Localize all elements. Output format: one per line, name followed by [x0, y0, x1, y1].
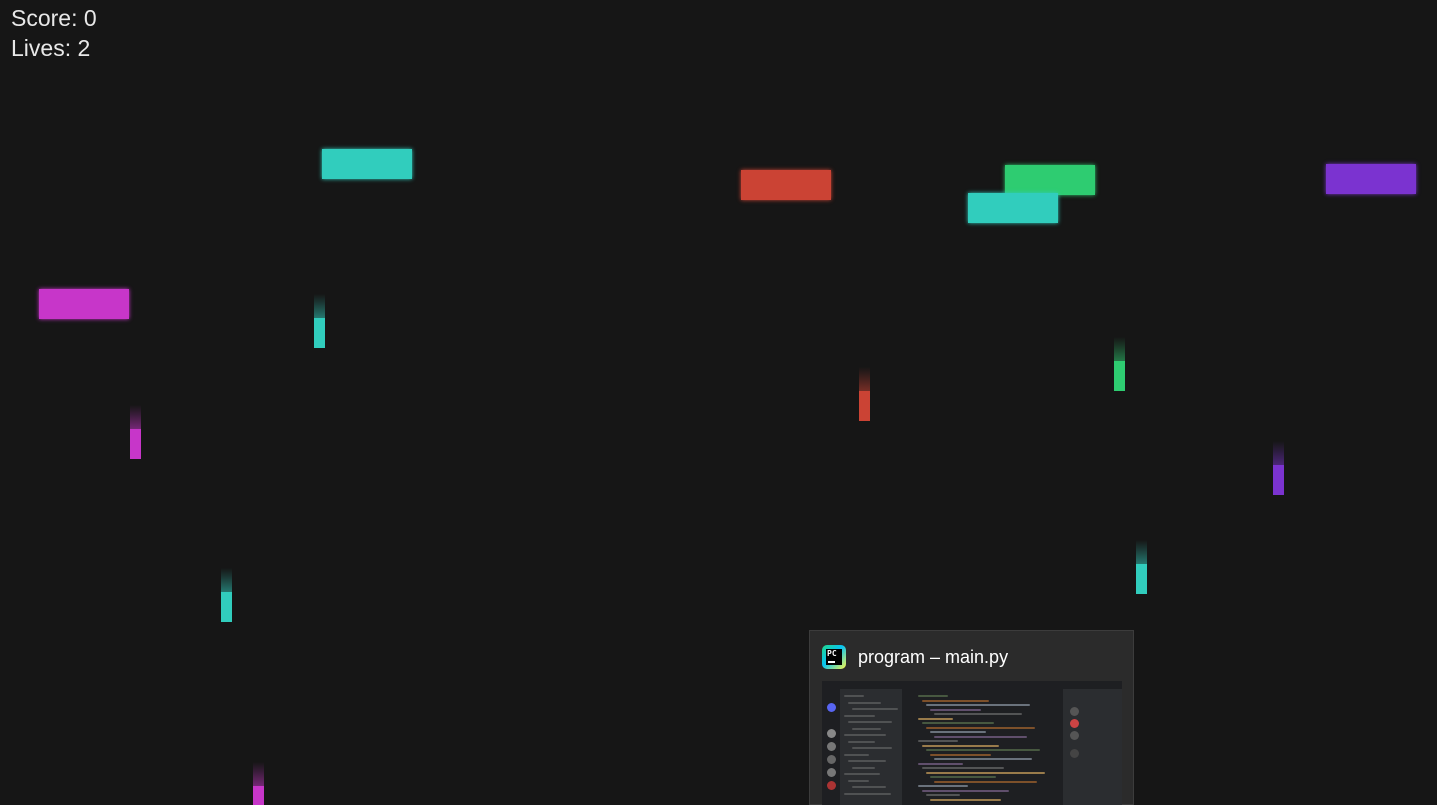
thumbnail-code-line — [934, 713, 1022, 715]
falling-block-trail — [130, 405, 141, 429]
thumbnail-code-line — [922, 699, 989, 702]
thumbnail-code-line — [918, 695, 948, 697]
falling-block — [859, 391, 870, 421]
game-canvas[interactable]: Score: 0 Lives: 2 — [0, 0, 1437, 805]
thumbnail-code-line — [918, 762, 963, 765]
thumbnail-tree-line — [848, 760, 886, 762]
thumbnail-tree-line — [844, 714, 875, 717]
thumbnail-code-line — [930, 731, 986, 733]
falling-block-trail — [253, 762, 264, 786]
thumbnail-code-line — [934, 735, 1027, 738]
thumbnail-code-line — [934, 758, 1032, 760]
thumbnail-tree-line — [844, 734, 886, 736]
thumbnail-code-line — [934, 780, 1037, 783]
thumbnail-tree-line — [848, 779, 869, 782]
thumbnail-tree-line — [852, 708, 898, 710]
window-thumbnail[interactable] — [822, 681, 1122, 805]
thumbnail-tree-line — [852, 766, 875, 769]
thumbnail-code-line — [926, 794, 960, 796]
thumbnail-code-line — [926, 749, 1040, 751]
thumbnail-tree-line — [852, 747, 892, 749]
score-label: Score: 0 — [11, 5, 97, 31]
falling-block — [1114, 361, 1125, 391]
thumbnail-tree-line — [848, 721, 892, 723]
paddle — [1005, 165, 1095, 195]
thumbnail-code-line — [926, 771, 1045, 774]
preview-header[interactable]: PC program – main.py — [810, 631, 1133, 681]
thumbnail-code-line — [926, 704, 1030, 706]
thumbnail-code-line — [922, 767, 1004, 769]
thumbnail-tree-line — [852, 727, 881, 730]
paddle — [39, 289, 129, 319]
taskbar-window-preview[interactable]: PC program – main.py — [809, 630, 1134, 805]
pycharm-icon: PC — [822, 645, 846, 669]
falling-block-trail — [1114, 337, 1125, 361]
thumbnail-code-line — [930, 776, 996, 778]
thumbnail-code-line — [918, 785, 968, 787]
paddle — [741, 170, 831, 200]
thumbnail-tree-line — [844, 792, 891, 795]
thumbnail-code-line — [926, 726, 1035, 729]
thumbnail-tree-line — [844, 773, 880, 775]
thumbnail-code-line — [930, 753, 991, 756]
falling-block — [1273, 465, 1284, 495]
thumbnail-code-line — [922, 744, 999, 747]
thumbnail-tree-line — [848, 740, 875, 743]
falling-block — [221, 592, 232, 622]
thumbnail-code-line — [918, 717, 953, 720]
preview-title: program – main.py — [858, 647, 1009, 667]
lives-label: Lives: 2 — [11, 35, 91, 61]
thumbnail-tree-line — [852, 786, 886, 788]
falling-block-trail — [1273, 441, 1284, 465]
paddle — [968, 193, 1058, 223]
falling-block — [253, 786, 264, 805]
thumbnail-code-line — [930, 708, 981, 711]
thumbnail-code-line — [922, 722, 994, 724]
thumbnail-tree-line — [844, 753, 869, 756]
falling-block-trail — [859, 367, 870, 391]
thumbnail-tree-line — [848, 701, 881, 704]
falling-block — [130, 429, 141, 459]
thumbnail-code-line — [922, 789, 1009, 792]
falling-block-trail — [314, 294, 325, 318]
paddle — [322, 149, 412, 179]
paddle — [1326, 164, 1416, 194]
pycharm-icon-text: PC — [827, 649, 837, 658]
thumbnail-code-line — [918, 740, 958, 742]
falling-block-trail — [221, 568, 232, 592]
thumbnail-tree-line — [844, 695, 864, 697]
falling-block — [1136, 564, 1147, 594]
falling-block — [314, 318, 325, 348]
thumbnail-code-line — [930, 798, 1001, 801]
falling-block-trail — [1136, 540, 1147, 564]
